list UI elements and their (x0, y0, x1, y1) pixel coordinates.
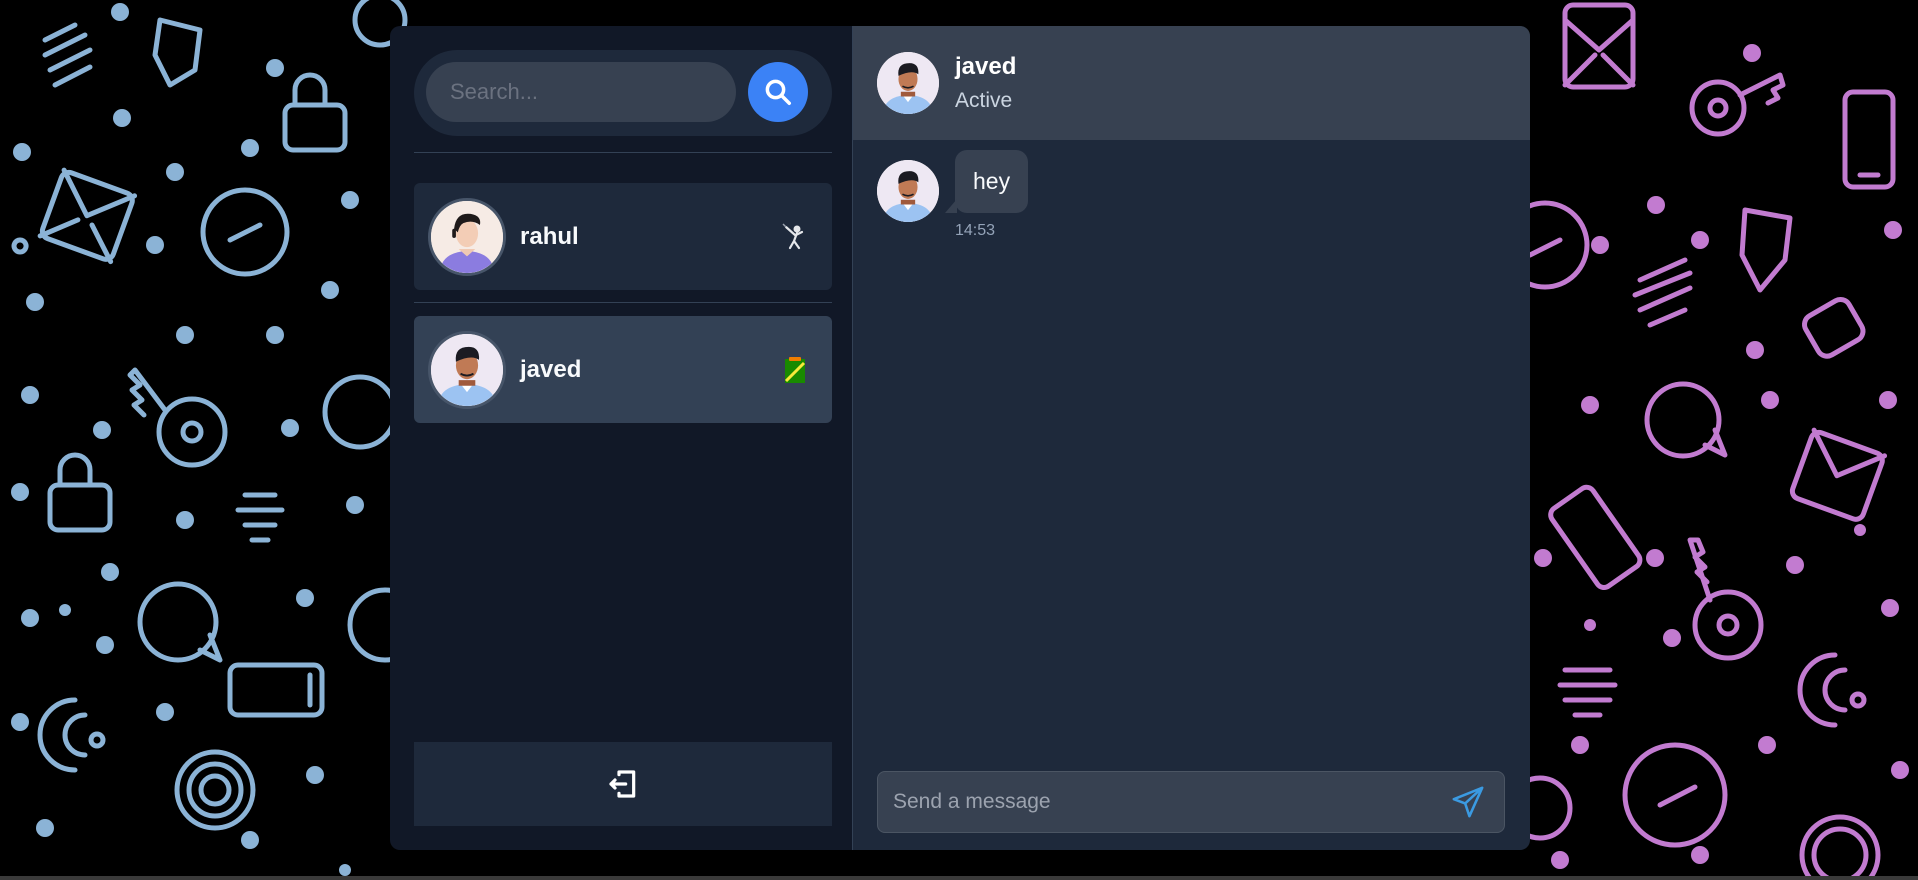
message-bubble: hey (944, 150, 1029, 213)
avatar (428, 330, 506, 409)
divider (414, 302, 832, 303)
logout-icon (609, 770, 636, 798)
contact-name: rahul (520, 222, 579, 250)
window-bottom-edge (0, 876, 1918, 880)
chat-header-info: javed Active (955, 53, 1016, 113)
chat-contact-status: Active (955, 89, 1013, 112)
zambia-flag-icon (784, 356, 806, 383)
avatar (877, 52, 939, 114)
message-input[interactable] (878, 772, 1446, 832)
logout-bar (414, 742, 832, 826)
chat-header: javed Active (853, 26, 1530, 140)
avatar (428, 197, 506, 276)
search-button[interactable] (748, 62, 808, 122)
search-icon (765, 79, 791, 105)
fencing-icon (782, 222, 804, 249)
contact-name: javed (520, 355, 582, 383)
send-button[interactable] (1446, 780, 1490, 824)
avatar (877, 160, 939, 222)
chat-panel: javed Active hey 14:53 (853, 26, 1530, 850)
message-composer (877, 771, 1505, 833)
sidebar: rahul javed (390, 26, 853, 850)
divider (414, 152, 832, 153)
send-icon (1452, 786, 1484, 818)
logout-button[interactable] (603, 764, 643, 804)
contact-item-rahul[interactable]: rahul (414, 183, 832, 290)
chat-app: rahul javed (390, 26, 1530, 850)
search-input[interactable] (426, 62, 736, 122)
chat-contact-name: javed (955, 53, 1017, 80)
message: hey (877, 150, 1029, 222)
message-time: 14:53 (955, 222, 996, 239)
contact-item-javed[interactable]: javed (414, 316, 832, 423)
search-bar (414, 50, 832, 136)
